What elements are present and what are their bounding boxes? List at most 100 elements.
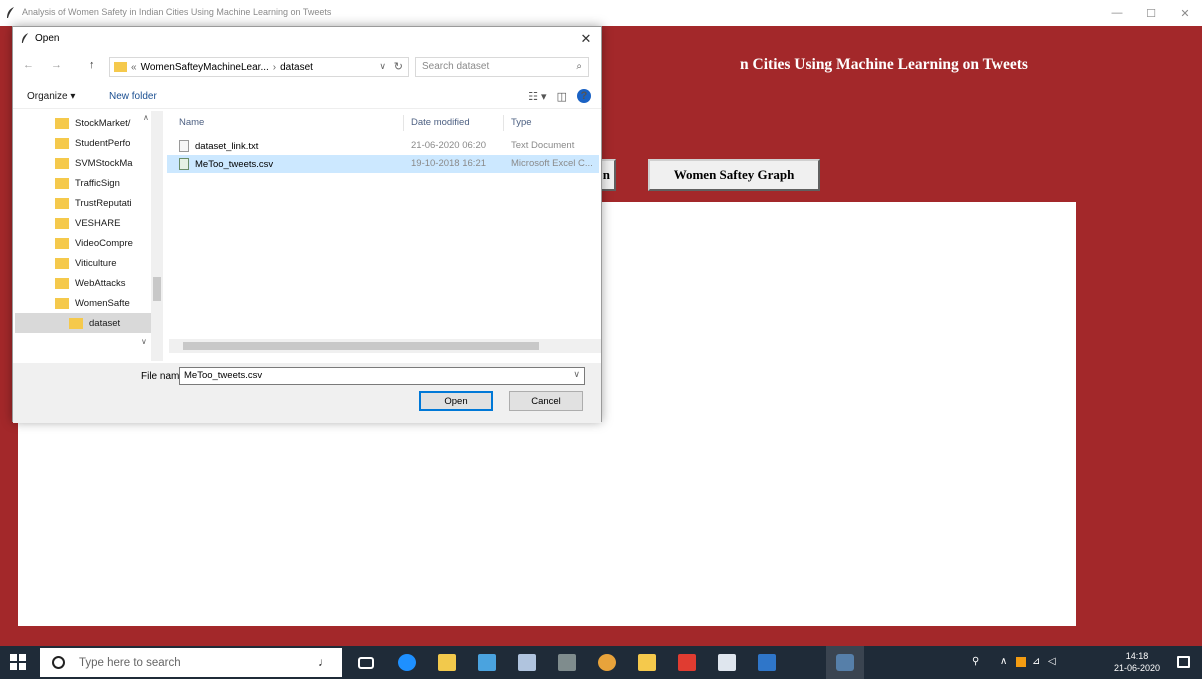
expand-arrow-icon[interactable]: ∨: [141, 337, 147, 346]
close-button[interactable]: ✕: [1168, 0, 1202, 26]
view-controls: ☷ ▾ ◫ ?: [528, 89, 591, 103]
command-bar: Organize ▾ New folder ☷ ▾ ◫ ?: [13, 85, 601, 109]
clock-time: 14:18: [1125, 651, 1149, 661]
address-segment-project[interactable]: WomenSafteyMachineLear...: [141, 62, 269, 73]
forward-arrow-icon[interactable]: →: [51, 59, 62, 71]
column-header-type[interactable]: Type: [511, 117, 532, 128]
search-icon: ⌕: [576, 61, 582, 72]
view-options-icon[interactable]: ☷ ▾: [528, 90, 546, 103]
app-icon[interactable]: [758, 654, 776, 671]
network-icon[interactable]: ⊿: [1032, 656, 1040, 667]
column-divider[interactable]: [503, 115, 504, 131]
file-type: Text Document: [511, 140, 575, 151]
nav-folder-item[interactable]: WomenSafte: [55, 293, 151, 313]
file-name: MeToo_tweets.csv: [195, 158, 274, 170]
folder-icon: [55, 297, 69, 309]
refresh-icon[interactable]: ↻: [394, 60, 403, 73]
nav-folder-item-selected[interactable]: dataset: [15, 313, 151, 333]
organize-menu[interactable]: Organize ▾: [27, 91, 75, 102]
cancel-button[interactable]: Cancel: [509, 391, 583, 411]
nav-folder-item[interactable]: TrafficSign: [55, 173, 151, 193]
edge-browser-icon[interactable]: [398, 654, 416, 671]
dialog-footer: File name: MeToo_tweets.csv ∨ Open Cance…: [13, 363, 601, 423]
address-bar[interactable]: « WomenSafteyMachineLear... › dataset ∨ …: [109, 57, 409, 77]
file-name-value: MeToo_tweets.csv: [184, 370, 263, 381]
address-segment-dataset[interactable]: dataset: [280, 62, 313, 73]
nav-folder-item[interactable]: StockMarket/: [55, 113, 151, 133]
taskbar-search-box[interactable]: Type here to search ♩: [40, 648, 342, 677]
women-safety-graph-button[interactable]: Women Saftey Graph: [648, 159, 820, 191]
app-title: Analysis of Women Safety in Indian Citie…: [22, 7, 332, 17]
feather-icon: [21, 33, 29, 43]
app-icon[interactable]: [718, 654, 736, 671]
file-list: Name Date modified Type dataset_link.txt…: [163, 111, 603, 361]
people-icon[interactable]: ⚲: [972, 656, 979, 667]
file-name-input[interactable]: MeToo_tweets.csv ∨: [179, 367, 585, 385]
column-divider[interactable]: [403, 115, 404, 131]
column-header-name[interactable]: Name: [179, 117, 204, 128]
scrollbar-thumb[interactable]: [153, 277, 161, 301]
column-header-date[interactable]: Date modified: [411, 117, 470, 128]
tray-app-icon[interactable]: [1016, 657, 1026, 667]
dialog-title: Open: [35, 33, 60, 44]
folder-icon: [55, 157, 69, 169]
collapse-arrow-icon[interactable]: ∧: [143, 113, 149, 122]
task-view-icon[interactable]: [358, 657, 374, 669]
maximize-button[interactable]: ☐: [1134, 0, 1168, 26]
volume-icon[interactable]: ◁: [1048, 656, 1056, 667]
scrollbar-thumb[interactable]: [183, 342, 539, 350]
file-type: Microsoft Excel C...: [511, 158, 593, 169]
acrobat-icon[interactable]: [678, 654, 696, 671]
taskbar: Type here to search ♩ ⚲ ∧ ⊿ ◁ 14:18 21-0…: [0, 646, 1202, 679]
nav-folder-item[interactable]: VideoCompre: [55, 233, 151, 253]
app-titlebar: Analysis of Women Safety in Indian Citie…: [0, 0, 1202, 26]
chevron-down-icon[interactable]: ∨: [573, 369, 580, 380]
nav-folder-item[interactable]: TrustReputati: [55, 193, 151, 213]
chevron-down-icon[interactable]: ∨: [379, 61, 386, 72]
taskbar-search-placeholder: Type here to search: [79, 656, 181, 669]
file-row[interactable]: dataset_link.txt 21-06-2020 06:20 Text D…: [167, 137, 599, 155]
file-date: 21-06-2020 06:20: [411, 140, 487, 151]
nav-folder-item[interactable]: VESHARE: [55, 213, 151, 233]
search-input[interactable]: Search dataset ⌕: [415, 57, 589, 77]
nav-folder-item[interactable]: StudentPerfo: [55, 133, 151, 153]
back-arrow-icon[interactable]: ←: [23, 59, 34, 71]
store-icon[interactable]: [438, 654, 456, 671]
dialog-close-button[interactable]: ✕: [575, 29, 597, 49]
nav-pane-scrollbar[interactable]: [151, 111, 163, 361]
up-arrow-icon[interactable]: ↑: [89, 59, 95, 71]
nav-folder-item[interactable]: Viticulture: [55, 253, 151, 273]
folder-icon: [55, 177, 69, 189]
folder-icon: [55, 237, 69, 249]
preview-pane-icon[interactable]: ◫: [557, 90, 567, 103]
clock[interactable]: 14:18 21-06-2020: [1114, 650, 1160, 674]
file-row-selected[interactable]: MeToo_tweets.csv 19-10-2018 16:21 Micros…: [167, 155, 599, 173]
address-prefix: «: [131, 61, 137, 73]
microphone-icon[interactable]: ♩: [318, 655, 330, 669]
folder-icon: [55, 137, 69, 149]
window-controls: — ☐ ✕: [1100, 0, 1202, 26]
horizontal-scrollbar[interactable]: [169, 339, 601, 353]
app-icon[interactable]: [518, 654, 536, 671]
minimize-button[interactable]: —: [1100, 0, 1134, 26]
windows-start-icon[interactable]: [10, 654, 26, 670]
folder-icon: [55, 277, 69, 289]
nav-folder-item[interactable]: WebAttacks: [55, 273, 151, 293]
app-heading-text: n Cities Using Machine Learning on Tweet…: [740, 56, 1028, 73]
nav-folder-item[interactable]: SVMStockMa: [55, 153, 151, 173]
navigation-pane: StockMarket/ StudentPerfo SVMStockMa Tra…: [13, 111, 163, 361]
notification-icon[interactable]: [1177, 656, 1190, 668]
dialog-navbar: ← → ↑ « WomenSafteyMachineLear... › data…: [13, 51, 601, 83]
tray-chevron-icon[interactable]: ∧: [1000, 656, 1007, 667]
file-explorer-icon[interactable]: [638, 654, 656, 671]
chrome-icon[interactable]: [598, 654, 616, 671]
open-button[interactable]: Open: [419, 391, 493, 411]
new-folder-button[interactable]: New folder: [109, 91, 157, 102]
help-icon[interactable]: ?: [577, 89, 591, 103]
app-icon[interactable]: [558, 654, 576, 671]
feather-icon: [7, 7, 14, 18]
text-file-icon: [179, 140, 189, 152]
cortana-icon: [52, 656, 65, 669]
excel-file-icon: [179, 158, 189, 170]
mail-icon[interactable]: [478, 654, 496, 671]
